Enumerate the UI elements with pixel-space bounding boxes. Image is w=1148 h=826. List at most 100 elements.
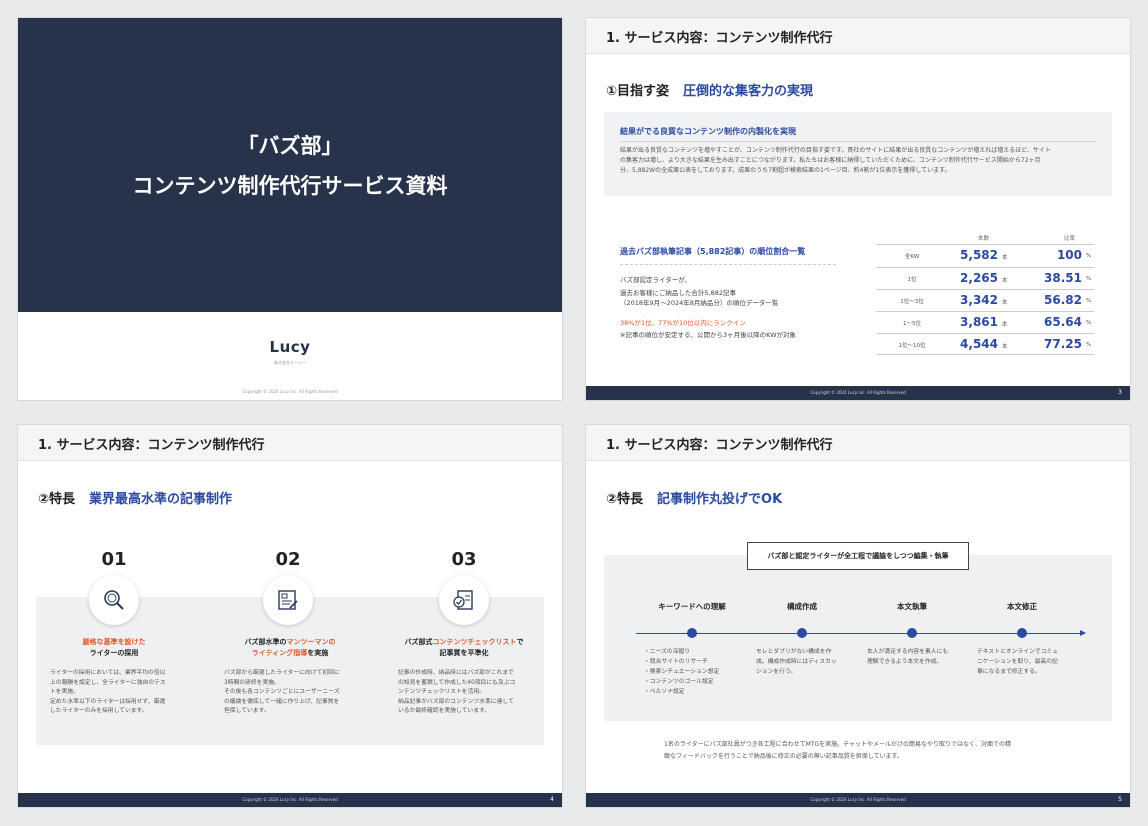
feature-number: 01 <box>101 549 127 570</box>
summary-line: 結果が出る良質なコンテンツを増やすことが、コンテンツ制作代行の目指す姿です。貴社… <box>620 147 1051 154</box>
copyright: Copyright © 2024 Lucy Inc. All Rights Re… <box>242 797 338 802</box>
rank-desc: バズ部認定ライターが、 <box>620 276 692 284</box>
row-ratio: 100 <box>1056 248 1082 262</box>
step-line: ・ニーズの深掘り <box>644 649 691 655</box>
timeline-dot <box>687 628 697 638</box>
page-number: 3 <box>1118 389 1122 396</box>
subtitle-label: ②特長 <box>606 492 644 507</box>
slide-3-goal[interactable]: 1. サービス内容：コンテンツ制作代行 ①目指す姿 圧倒的な集客力の実現 結果がで… <box>586 18 1130 400</box>
feature-line: の議論を徹底して一緒に作り上げ、記事質を <box>224 698 340 705</box>
feature-line: 記事の作成時、納品時にはバズ部がこれまで <box>398 670 514 676</box>
cover-banner: 「バズ部」 コンテンツ制作代行サービス資料 <box>18 18 562 312</box>
rank-divider <box>620 264 836 265</box>
slide-header-title: 1. サービス内容：コンテンツ制作代行 <box>606 31 833 46</box>
slide-footer: Copyright © 2024 Lucy Inc. All Rights Re… <box>586 793 1130 807</box>
summary-divider <box>620 141 1096 142</box>
subtitle-highlight: 圧倒的な集客力の実現 <box>683 84 814 99</box>
row-pct: % <box>1086 298 1092 304</box>
rank-desc: （2018年9月〜2024年8月納品分）の順位データ一覧 <box>620 299 779 307</box>
step-body: モレとダブリがない構成を作 成。構成作成時にはディスカッ ションを行う。 <box>756 647 856 677</box>
feature-line: 担保しています。 <box>224 708 270 714</box>
step-title: キーワードへの理解 <box>658 602 726 611</box>
feature-circle <box>89 575 139 625</box>
table-row: 1〜5位 3,861 本 65.64 % <box>876 311 1094 333</box>
feature-line: したライターのみを採用しています。 <box>50 708 148 714</box>
feature-heading-text: バズ部式 <box>404 638 433 646</box>
rank-highlight: 38%が1位、77%が10位以内にランクイン <box>620 319 746 327</box>
table-row: 1位〜10位 4,544 本 77.25 % <box>876 333 1094 355</box>
step-line: テキストとオンラインでコミュ <box>977 649 1058 655</box>
step-body: テキストとオンラインでコミュ ニケーションを取り、最高の記 事になるまで修正する… <box>977 647 1077 677</box>
slide-header: 1. サービス内容：コンテンツ制作代行 <box>18 425 562 461</box>
feature-heading-text: バズ部水準の <box>244 638 287 646</box>
step-line: ・ペルソナ設定 <box>644 689 685 695</box>
table-row: 全KW 5,582 本 100 % <box>876 244 1094 266</box>
lucy-logo: Lucy <box>269 338 311 356</box>
feature-heading-accent: コンテンツチェックリスト <box>432 638 517 646</box>
section-subtitle: ②特長 業界最高水準の記事制作 <box>38 488 232 507</box>
cover-title-line1: 「バズ部」 <box>237 134 343 158</box>
feature-line: ライターの採用においては、業界平均の倍以 <box>50 670 166 676</box>
feature-line: バズ部から厳選したライターに向けて初回に <box>224 670 340 676</box>
subtitle-highlight: 記事制作丸投げでOK <box>657 492 783 507</box>
slide-5-process[interactable]: 1. サービス内容：コンテンツ制作代行 ②特長 記事制作丸投げでOK バズ部と認定… <box>586 425 1130 807</box>
page-number: 5 <box>1118 796 1122 803</box>
step-line: ・競合サイトのリサーチ <box>644 659 708 665</box>
step-title: 本文執筆 <box>897 602 927 611</box>
row-label: 1位〜3位 <box>900 299 924 305</box>
copyright: Copyright © 2024 Lucy Inc. All Rights Re… <box>810 797 906 802</box>
feature-line: 上の報酬を設定し、全ライターに独自のテス <box>50 679 166 686</box>
feature-number: 03 <box>451 549 477 570</box>
row-ratio: 65.64 <box>1044 315 1082 329</box>
table-row: 1位 2,265 本 38.51 % <box>876 267 1094 289</box>
slide-cover[interactable]: 「バズ部」 コンテンツ制作代行サービス資料 Lucy 株式会社ルーシー Copy… <box>18 18 562 400</box>
row-pct: % <box>1086 342 1092 348</box>
copyright: Copyright © 2024 Lucy Inc. All Rights Re… <box>810 390 906 395</box>
rank-note: ※記事の順位が安定する、公開から3ヶ月後以降のKWが対象 <box>620 331 797 339</box>
row-ratio: 38.51 <box>1044 271 1082 285</box>
subtitle-highlight: 業界最高水準の記事制作 <box>89 492 233 507</box>
subtitle-label: ②特長 <box>38 492 76 507</box>
timeline-dot <box>907 628 917 638</box>
feature-heading-text: 記事質を平準化 <box>439 649 489 657</box>
col-header-ratio: 比率 <box>1064 236 1076 242</box>
checklist-icon <box>453 590 473 610</box>
slide-footer: Copyright © 2024 Lucy Inc. All Rights Re… <box>18 793 562 807</box>
step-line: 成。構成作成時にはディスカッ <box>756 659 837 665</box>
step-title: 構成作成 <box>787 602 817 611</box>
summary-box-body: 結果が出る良質なコンテンツを増やすことが、コンテンツ制作代行の目指す姿です。貴社… <box>620 146 1096 176</box>
feature-line: ンテンツチェックリストを活用。 <box>398 689 485 695</box>
step-line: ・検索シチュエーション想定 <box>644 669 720 675</box>
row-label: 1位〜10位 <box>898 343 926 349</box>
step-line: ニケーションを取り、最高の記 <box>977 659 1058 665</box>
step-line: モレとダブリがない構成を作 <box>756 649 832 655</box>
row-unit: 本 <box>1002 278 1008 284</box>
feature-line: いるか最終確認を実施しています。 <box>398 708 490 714</box>
table-row: 1位〜3位 3,342 本 56.82 % <box>876 289 1094 311</box>
feature-heading-text: を実施 <box>307 649 329 657</box>
magnifier-icon <box>104 590 124 610</box>
feature-line: トを実施。 <box>50 689 79 695</box>
feature-heading-accent: マンツーマンの <box>286 638 336 646</box>
feature-heading-accent: ライティング指導 <box>251 649 308 657</box>
feature-line: の知見を蓄積して作成した40項目にも及ぶコ <box>398 679 516 686</box>
step-line: ・コンテンツのゴール設定 <box>644 679 714 685</box>
feature-body: 記事の作成時、納品時にはバズ部がこれまで の知見を蓄積して作成した40項目にも及… <box>398 669 538 717</box>
step-line: 玄人が満足する内容を素人にも <box>867 649 949 655</box>
feature-circle <box>439 575 489 625</box>
slide-header: 1. サービス内容：コンテンツ制作代行 <box>586 425 1130 461</box>
feature-line: 定めた水準以下のライターは採用せず、厳選 <box>50 698 166 705</box>
process-note: 1名のライターにバズ部社員がつき各工程に合わせてMTGを実施。チャットやメールだ… <box>664 739 1064 763</box>
step-line: 事になるまで修正する。 <box>977 669 1041 675</box>
feature-heading: バズ部水準のマンツーマンの ライティング指導を実施 <box>210 637 370 659</box>
subtitle-label: ①目指す姿 <box>606 84 670 99</box>
row-count: 4,544 <box>960 337 998 351</box>
row-unit: 本 <box>1002 300 1008 306</box>
timeline-dot <box>797 628 807 638</box>
timeline-line <box>636 633 1082 634</box>
row-count: 2,265 <box>960 271 998 285</box>
feature-heading-text: で <box>516 638 524 646</box>
slide-4-features[interactable]: 1. サービス内容：コンテンツ制作代行 ②特長 業界最高水準の記事制作 01 厳格… <box>18 425 562 807</box>
row-unit: 本 <box>1002 344 1008 350</box>
row-label: 1〜5位 <box>903 321 921 327</box>
